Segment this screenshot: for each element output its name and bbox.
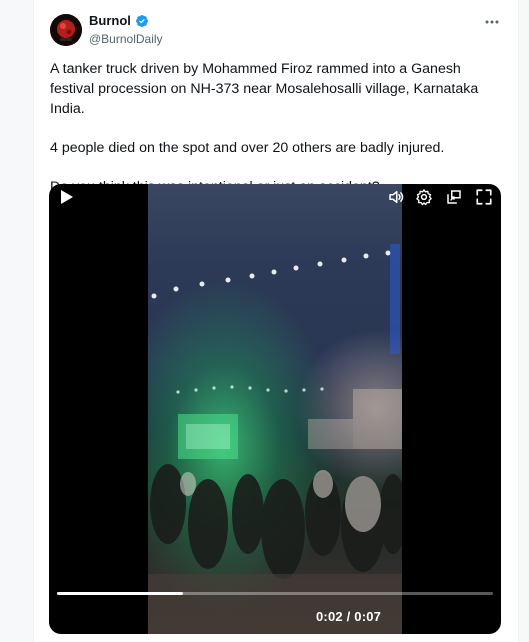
picture-in-picture-icon [447,190,461,204]
video-current-time: 0:02 [316,609,343,624]
video-time-separator: / [342,609,355,624]
fullscreen-icon [476,189,492,205]
author-handle[interactable]: @BurnolDaily [89,32,163,46]
fullscreen-button[interactable] [473,184,495,210]
volume-icon [389,191,404,203]
more-options-button[interactable] [482,13,502,31]
gear-icon [416,189,432,206]
video-player[interactable]: 0:02 / 0:07 [49,184,501,634]
video-duration: 0:07 [354,609,382,624]
tweet-paragraph: 4 people died on the spot and over 20 ot… [50,140,445,156]
play-icon [61,190,73,204]
video-frame[interactable] [148,184,407,634]
tweet-paragraph: A tanker truck driven by Mohammed Firoz … [50,61,479,117]
tweet-text: A tanker truck driven by Mohammed Firoz … [50,59,500,197]
tweet-card: Burnol @BurnolDaily A tanker truck drive… [33,0,519,642]
play-button[interactable] [53,184,81,210]
author-name[interactable]: Burnol [89,13,131,28]
settings-button[interactable] [413,184,435,210]
video-progress-fill [57,592,184,595]
video-scene [148,244,407,634]
picture-in-picture-button[interactable] [443,184,465,210]
avatar[interactable] [50,14,82,46]
volume-button[interactable] [385,184,407,210]
video-time: 0:02 / 0:07 [316,609,381,624]
video-progress-bar[interactable] [57,592,493,595]
verified-badge-icon [135,14,148,27]
more-horizontal-icon [485,20,499,24]
author-name-row[interactable]: Burnol [89,13,149,28]
